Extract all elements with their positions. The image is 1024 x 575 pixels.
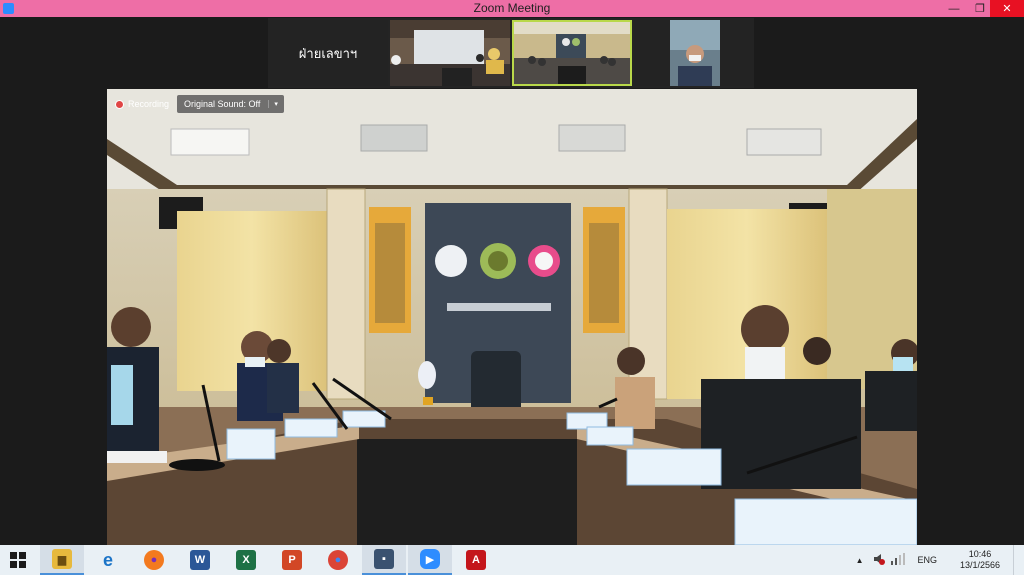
taskbar-acrobat[interactable]: A	[454, 545, 498, 575]
notification-button[interactable]	[1013, 545, 1024, 575]
taskbar-app[interactable]: ▪	[362, 545, 406, 575]
participant-video-room-1[interactable]	[390, 20, 510, 86]
clock-time: 10:46	[968, 549, 992, 559]
meeting-stage: ฝ่ายเลขาฯ Recording Original Sound: Off …	[0, 17, 1024, 545]
participant-video-room-2[interactable]	[512, 20, 632, 86]
taskbar-internet-explorer[interactable]: e	[86, 545, 130, 575]
internet-explorer-icon: e	[102, 549, 113, 570]
folder-icon: ▆	[52, 549, 72, 569]
taskbar-excel[interactable]: X	[224, 545, 268, 575]
windows-logo-icon	[10, 552, 26, 568]
windows-taskbar: ▆ e ● W X P ● ▪ ▶ A ▲ ENG 10:46 13/1/256…	[0, 545, 1024, 575]
excel-icon: X	[236, 550, 256, 570]
powerpoint-icon: P	[282, 550, 302, 570]
system-tray: ▲ ENG 10:46 13/1/2566	[856, 545, 1024, 575]
video-frame	[512, 20, 632, 86]
recording-indicator[interactable]: Recording	[115, 95, 169, 113]
title-bar: Zoom Meeting — ❐ ✕	[0, 0, 1024, 17]
taskbar-file-explorer[interactable]: ▆	[40, 545, 84, 575]
minimize-button[interactable]: —	[940, 0, 968, 17]
word-icon: W	[190, 550, 210, 570]
taskbar-clock[interactable]: 10:46 13/1/2566	[955, 549, 1005, 571]
taskbar-powerpoint[interactable]: P	[270, 545, 314, 575]
acrobat-icon: A	[466, 550, 486, 570]
taskbar-chrome[interactable]: ●	[316, 545, 360, 575]
participant-name: ฝ่ายเลขาฯ	[298, 45, 358, 61]
record-dot-icon	[115, 99, 124, 109]
show-hidden-icons-chevron-icon[interactable]: ▲	[856, 556, 864, 565]
zoom-icon: ▶	[420, 549, 440, 569]
taskbar-zoom[interactable]: ▶	[408, 545, 452, 575]
recording-label: Recording	[128, 99, 170, 109]
window-title: Zoom Meeting	[473, 1, 551, 15]
zoom-app-icon	[3, 3, 14, 14]
app-icon: ▪	[374, 549, 394, 569]
participant-video-individual[interactable]	[634, 20, 754, 86]
participant-thumbnail-strip: ฝ่ายเลขาฯ	[268, 18, 754, 88]
meeting-room-video-frame	[107, 89, 917, 545]
chevron-down-icon[interactable]: ▾	[268, 100, 278, 108]
participant-tile-secretariat[interactable]: ฝ่ายเลขาฯ	[268, 20, 388, 86]
video-frame	[390, 20, 510, 86]
main-speaker-video[interactable]: Recording Original Sound: Off ▾	[107, 89, 917, 545]
clock-date: 13/1/2566	[959, 560, 1001, 570]
original-sound-label: Original Sound: Off	[184, 99, 261, 109]
network-icon[interactable]	[891, 553, 906, 567]
taskbar-word[interactable]: W	[178, 545, 222, 575]
start-button[interactable]	[0, 545, 36, 575]
speaker-muted-icon[interactable]	[873, 553, 886, 567]
close-button[interactable]: ✕	[990, 0, 1024, 17]
input-language-indicator[interactable]: ENG	[917, 555, 937, 565]
video-frame	[670, 20, 720, 86]
taskbar-firefox[interactable]: ●	[132, 545, 176, 575]
original-sound-button[interactable]: Original Sound: Off ▾	[177, 95, 284, 113]
firefox-icon: ●	[144, 550, 164, 570]
chrome-icon: ●	[328, 550, 348, 570]
